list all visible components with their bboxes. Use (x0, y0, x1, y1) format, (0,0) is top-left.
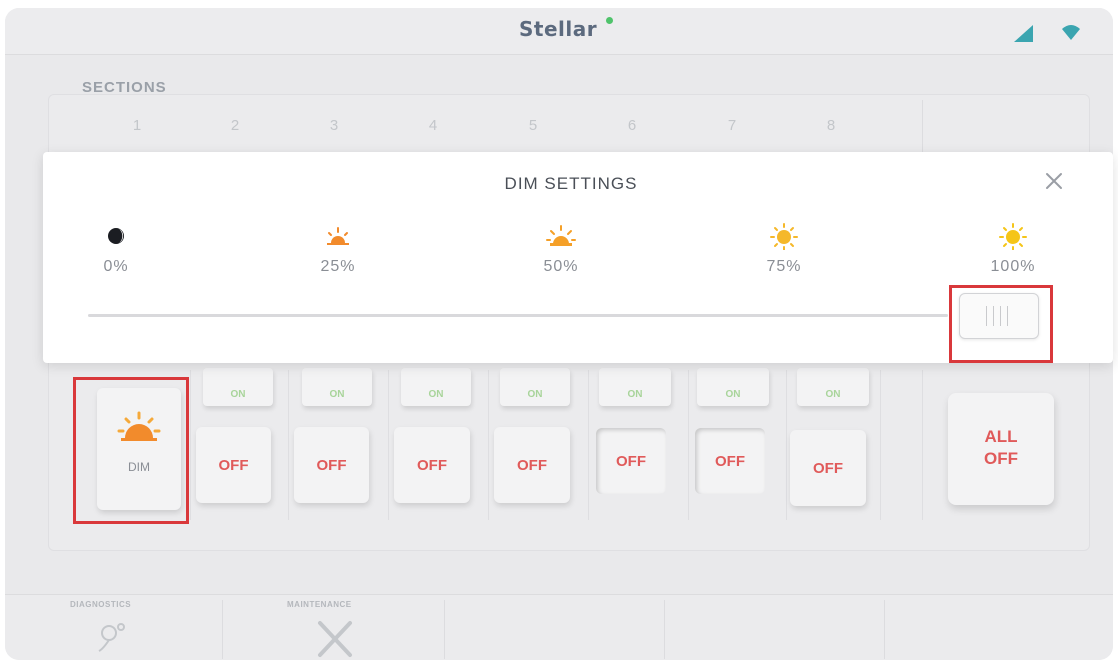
dim-level-label: 0% (103, 258, 129, 275)
wifi-icon (1062, 25, 1080, 40)
dim-settings-modal: DIM SETTINGS 0% 25% 50% 75% 100% (43, 152, 1113, 363)
nav-divider (222, 600, 223, 659)
wrench-icon[interactable] (316, 619, 354, 659)
section-number[interactable]: 5 (518, 117, 548, 134)
on-button[interactable]: ON (401, 368, 471, 406)
column-divider (922, 100, 923, 160)
app-logo: Stellar (519, 17, 598, 41)
dim-level-label: 50% (543, 258, 579, 275)
off-button[interactable]: OFF (196, 427, 271, 503)
section-number[interactable]: 7 (717, 117, 747, 134)
off-button[interactable]: OFF (790, 430, 866, 506)
dim-level-0[interactable]: 0% (76, 222, 156, 276)
on-button[interactable]: ON (500, 368, 570, 406)
off-button[interactable]: OFF (294, 427, 369, 503)
off-button[interactable]: OFF (494, 427, 570, 503)
highlight-box (949, 285, 1053, 363)
nav-divider (884, 600, 885, 659)
dim-level-50[interactable]: 50% (521, 222, 601, 276)
moon-icon (108, 228, 124, 244)
dim-slider-track[interactable] (88, 314, 948, 317)
column-divider (880, 370, 881, 520)
nav-divider (444, 600, 445, 659)
on-button[interactable]: ON (599, 368, 671, 406)
diagnostics-icon[interactable] (95, 617, 131, 653)
off-button[interactable]: OFF (596, 428, 666, 494)
dim-level-label: 25% (320, 258, 356, 275)
signal-icon (1014, 25, 1033, 42)
on-button[interactable]: ON (797, 368, 869, 406)
dim-level-25[interactable]: 25% (298, 222, 378, 276)
all-off-button[interactable]: ALL OFF (948, 393, 1054, 505)
column-divider (922, 370, 923, 520)
column-divider (688, 370, 689, 520)
section-number[interactable]: 2 (220, 117, 250, 134)
all-off-label-line2: OFF (984, 449, 1018, 468)
column-divider (786, 370, 787, 520)
column-divider (288, 370, 289, 520)
off-button[interactable]: OFF (695, 428, 765, 494)
close-icon[interactable] (1041, 168, 1067, 194)
bottom-nav (5, 594, 1113, 660)
dim-level-label: 100% (990, 258, 1036, 275)
column-divider (190, 370, 191, 520)
section-number[interactable]: 8 (816, 117, 846, 134)
on-button[interactable]: ON (697, 368, 769, 406)
dim-level-100[interactable]: 100% (973, 222, 1053, 276)
section-number[interactable]: 3 (319, 117, 349, 134)
column-divider (488, 370, 489, 520)
column-divider (588, 370, 589, 520)
sun-75-icon (770, 223, 798, 250)
modal-title: DIM SETTINGS (504, 174, 638, 193)
logo-dot (606, 17, 613, 24)
off-button[interactable]: OFF (394, 427, 470, 503)
section-number[interactable]: 4 (418, 117, 448, 134)
on-button[interactable]: ON (302, 368, 372, 406)
dim-level-75[interactable]: 75% (744, 222, 824, 276)
dim-level-label: 75% (766, 258, 802, 275)
column-divider (388, 370, 389, 520)
nav-maintenance-label[interactable]: MAINTENANCE (287, 600, 352, 609)
sections-label: SECTIONS (82, 79, 167, 96)
sun-100-icon (999, 223, 1027, 250)
sun-50-icon (546, 225, 576, 246)
highlight-box (73, 377, 189, 524)
section-number[interactable]: 6 (617, 117, 647, 134)
nav-divider (664, 600, 665, 659)
sun-25-icon (327, 227, 349, 245)
nav-diagnostics-label[interactable]: DIAGNOSTICS (70, 600, 131, 609)
on-button[interactable]: ON (203, 368, 273, 406)
top-bar: Stellar (5, 8, 1113, 55)
all-off-label-line1: ALL (984, 427, 1018, 446)
section-number[interactable]: 1 (122, 117, 152, 134)
